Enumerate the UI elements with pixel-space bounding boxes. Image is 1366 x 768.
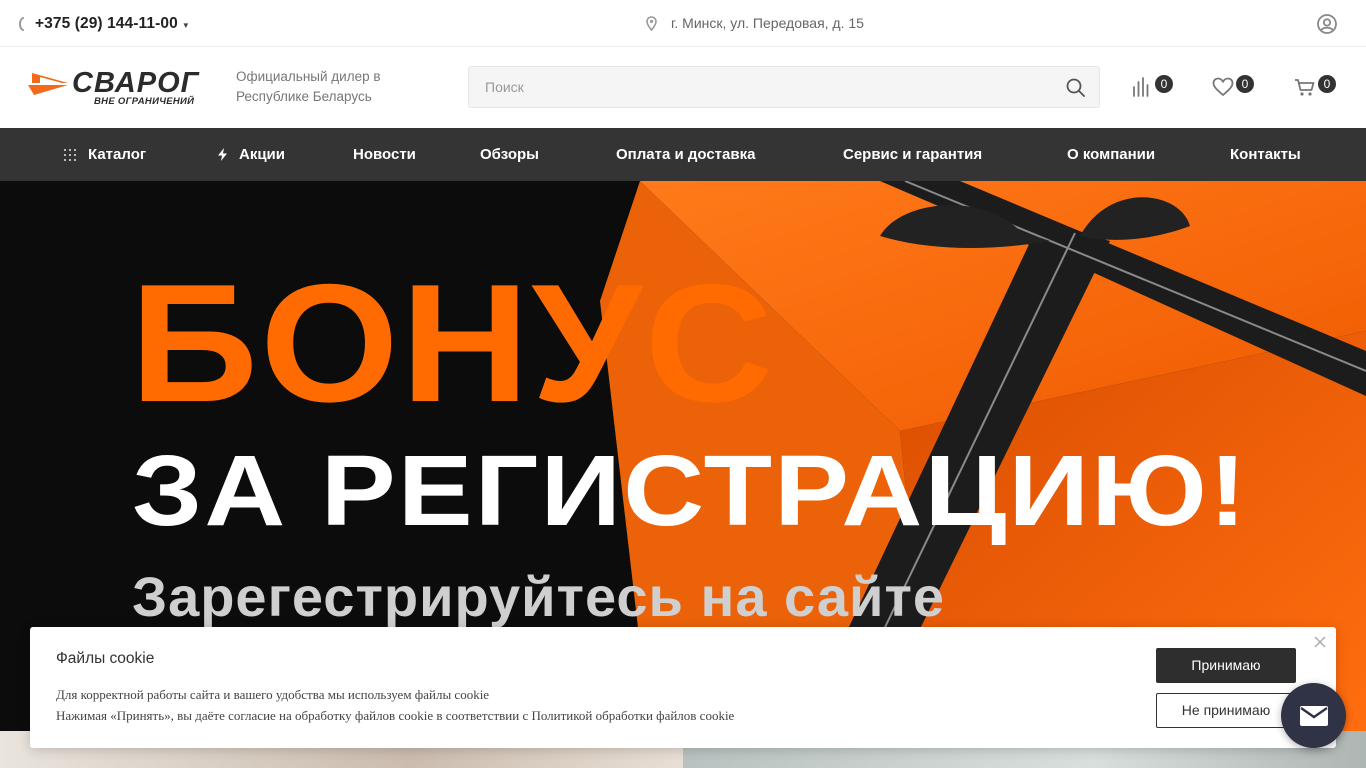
nav-item-news[interactable]: Новости	[353, 128, 416, 181]
store-address: г. Минск, ул. Передовая, д. 15	[671, 15, 864, 31]
phone-icon	[19, 17, 24, 31]
nav-item-label: Контакты	[1230, 146, 1301, 163]
heart-icon	[1212, 77, 1234, 97]
close-icon[interactable]	[1314, 636, 1326, 648]
nav-item-label: Оплата и доставка	[616, 146, 756, 163]
decline-cookies-button[interactable]: Не принимаю	[1156, 693, 1296, 728]
compare-count-badge: 0	[1155, 75, 1173, 93]
search-input[interactable]	[469, 67, 1049, 107]
nav-item-service-warranty[interactable]: Сервис и гарантия	[843, 128, 982, 181]
nav-item-promotions[interactable]: Акции	[218, 128, 285, 181]
feedback-button[interactable]	[1281, 683, 1346, 748]
top-bar: +375 (29) 144-11-00 ▼ г. Минск, ул. Пере…	[0, 0, 1366, 47]
address-block: г. Минск, ул. Передовая, д. 15	[646, 13, 864, 33]
cart-icon	[1295, 79, 1315, 96]
map-pin-icon	[646, 15, 657, 31]
main-navigation: Каталог Акции Новости Обзоры Оплата и до…	[0, 128, 1366, 181]
nav-item-reviews[interactable]: Обзоры	[480, 128, 539, 181]
banner-subheadline: ЗА РЕГИСТРАЦИЮ!	[132, 435, 1249, 547]
site-logo[interactable]: СВАРОГ ВНЕ ОГРАНИЧЕНИЙ	[28, 67, 208, 109]
chevron-down-icon[interactable]: ▼	[182, 21, 190, 30]
nav-item-payment-delivery[interactable]: Оплата и доставка	[616, 128, 755, 181]
cookie-text-line-2: Нажимая «Принять», вы даёте согласие на …	[56, 708, 735, 723]
nav-item-label: Акции	[239, 146, 286, 163]
nav-item-label: Обзоры	[480, 146, 539, 163]
accept-cookies-button[interactable]: Принимаю	[1156, 648, 1296, 683]
user-profile-icon[interactable]	[1316, 13, 1338, 35]
logo-emblem-icon	[28, 73, 68, 95]
nav-item-contacts[interactable]: Контакты	[1230, 128, 1301, 181]
logo-slogan: ВНЕ ОГРАНИЧЕНИЙ	[94, 96, 195, 107]
phone-block[interactable]: +375 (29) 144-11-00 ▼	[18, 13, 190, 35]
cookie-consent-dialog: Файлы cookie Для корректной работы сайта…	[30, 627, 1336, 748]
nav-item-about[interactable]: О компании	[1067, 128, 1155, 181]
dealer-caption: Официальный дилер в Республике Беларусь	[236, 67, 426, 107]
cart-count-badge: 0	[1318, 75, 1336, 93]
favorites-count-badge: 0	[1236, 75, 1254, 93]
cart-button[interactable]: 0	[1294, 75, 1336, 97]
site-header: СВАРОГ ВНЕ ОГРАНИЧЕНИЙ Официальный дилер…	[0, 47, 1366, 128]
cookie-text-line-1: Для корректной работы сайта и вашего удо…	[56, 687, 490, 702]
favorites-button[interactable]: 0	[1212, 75, 1254, 97]
banner-caption: Зарегестрируйтесь на сайте	[132, 565, 946, 628]
envelope-icon	[1299, 705, 1328, 726]
nav-item-label: Новости	[353, 146, 416, 163]
nav-item-label: О компании	[1067, 146, 1156, 163]
search-icon[interactable]	[1066, 78, 1085, 97]
nav-item-label: Сервис и гарантия	[843, 146, 983, 163]
nav-item-catalog[interactable]: Каталог	[64, 128, 146, 181]
compare-bars-icon	[1133, 77, 1149, 97]
nav-item-label: Каталог	[88, 146, 147, 163]
compare-button[interactable]: 0	[1131, 75, 1173, 97]
dealer-line-2: Республике Беларусь	[236, 89, 372, 104]
grid-icon	[64, 148, 76, 161]
dealer-line-1: Официальный дилер в	[236, 69, 381, 84]
phone-number[interactable]: +375 (29) 144-11-00	[35, 15, 178, 33]
search-box	[468, 66, 1100, 108]
lightning-icon	[218, 148, 227, 161]
banner-headline: БОНУС	[130, 249, 776, 437]
cookie-title: Файлы cookie	[56, 650, 155, 667]
